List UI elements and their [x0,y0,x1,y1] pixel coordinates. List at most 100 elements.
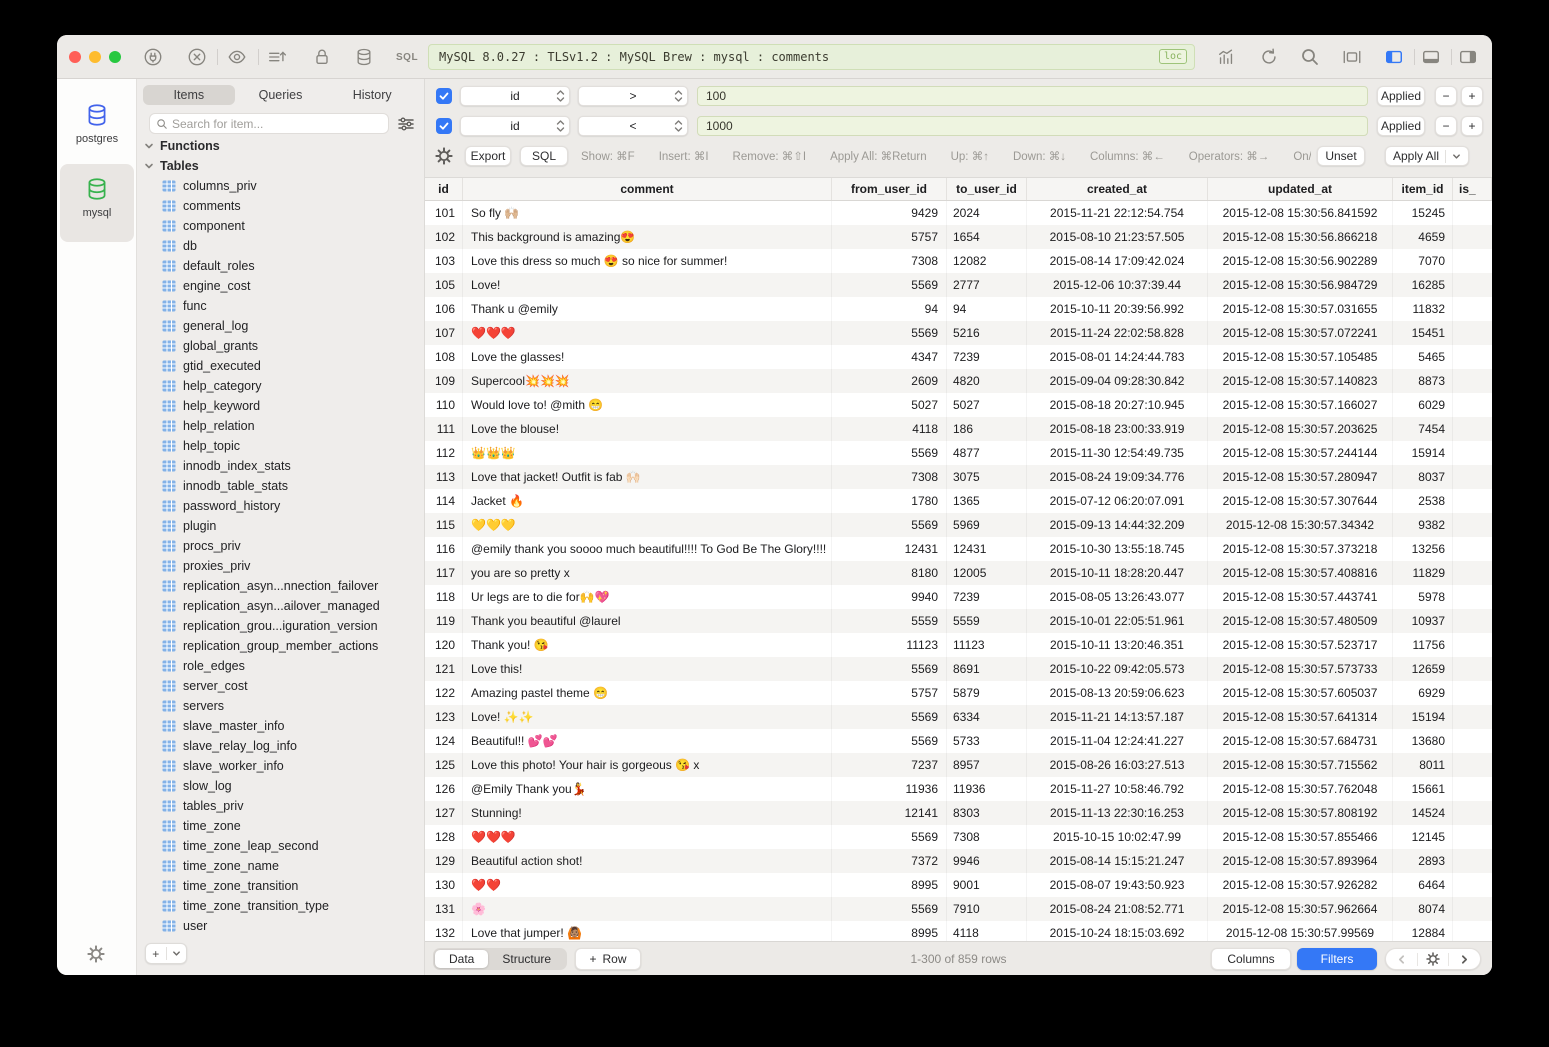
sidebar-table-item[interactable]: default_roles [137,256,424,276]
cell-is_[interactable] [1453,681,1492,705]
connection-postgres[interactable]: postgres [60,90,134,145]
cell-created_at[interactable]: 2015-08-18 23:00:33.919 [1027,417,1208,441]
sidebar-table-item[interactable]: time_zone_transition [137,876,424,896]
cell-from_user_id[interactable]: 7372 [832,849,947,873]
table-row[interactable]: 108Love the glasses!434772392015-08-01 1… [425,345,1492,369]
cell-to_user_id[interactable]: 6334 [947,705,1027,729]
cell-updated_at[interactable]: 2015-12-08 15:30:57.072241 [1208,321,1393,345]
cell-id[interactable]: 130 [425,873,463,897]
cell-to_user_id[interactable]: 5879 [947,681,1027,705]
cell-item_id[interactable]: 11756 [1393,633,1453,657]
sidebar-table-item[interactable]: help_topic [137,436,424,456]
sidebar-table-item[interactable]: role_edges [137,656,424,676]
sidebar-table-item[interactable]: help_keyword [137,396,424,416]
cell-updated_at[interactable]: 2015-12-08 15:30:57.573733 [1208,657,1393,681]
rail-settings-gear-icon[interactable] [87,945,105,963]
export-button[interactable]: Export [465,146,511,166]
cell-is_[interactable] [1453,777,1492,801]
sidebar-table-item[interactable]: innodb_index_stats [137,456,424,476]
cell-to_user_id[interactable]: 4877 [947,441,1027,465]
cell-updated_at[interactable]: 2015-12-08 15:30:57.140823 [1208,369,1393,393]
table-row[interactable]: 128❤️❤️❤️556973082015-10-15 10:02:47.992… [425,825,1492,849]
cell-updated_at[interactable]: 2015-12-08 15:30:57.523717 [1208,633,1393,657]
cell-created_at[interactable]: 2015-09-13 14:44:32.209 [1027,513,1208,537]
cell-id[interactable]: 109 [425,369,463,393]
cell-created_at[interactable]: 2015-11-21 14:13:57.187 [1027,705,1208,729]
sidebar-table-item[interactable]: general_log [137,316,424,336]
cell-created_at[interactable]: 2015-08-05 13:26:43.077 [1027,585,1208,609]
cell-from_user_id[interactable]: 9940 [832,585,947,609]
cell-is_[interactable] [1453,297,1492,321]
cell-from_user_id[interactable]: 5027 [832,393,947,417]
connect-icon[interactable] [143,47,163,67]
cell-updated_at[interactable]: 2015-12-08 15:30:57.684731 [1208,729,1393,753]
cell-updated_at[interactable]: 2015-12-08 15:30:57.031655 [1208,297,1393,321]
cell-is_[interactable] [1453,273,1492,297]
cell-comment[interactable]: Stunning! [463,801,832,825]
table-row[interactable]: 114Jacket 🔥178013652015-07-12 06:20:07.0… [425,489,1492,513]
cell-comment[interactable]: ❤️❤️❤️ [463,825,832,849]
cell-from_user_id[interactable]: 5569 [832,705,947,729]
group-functions[interactable]: Functions [137,136,424,156]
cell-id[interactable]: 126 [425,777,463,801]
cell-to_user_id[interactable]: 12005 [947,561,1027,585]
sidebar-table-item[interactable]: plugin [137,516,424,536]
cell-id[interactable]: 127 [425,801,463,825]
toggle-left-panel-icon[interactable] [1384,47,1404,67]
table-row[interactable]: 122Amazing pastel theme 😁575758792015-08… [425,681,1492,705]
cell-id[interactable]: 118 [425,585,463,609]
sidebar-table-item[interactable]: component [137,216,424,236]
cell-created_at[interactable]: 2015-07-12 06:20:07.091 [1027,489,1208,513]
cell-id[interactable]: 115 [425,513,463,537]
cell-item_id[interactable]: 16285 [1393,273,1453,297]
sidebar-table-item[interactable]: replication_asyn...ailover_managed [137,596,424,616]
cell-item_id[interactable]: 7454 [1393,417,1453,441]
filter-enabled-checkbox[interactable] [436,88,452,104]
sidebar-table-item[interactable]: help_category [137,376,424,396]
table-row[interactable]: 125Love this photo! Your hair is gorgeou… [425,753,1492,777]
cell-to_user_id[interactable]: 3075 [947,465,1027,489]
cell-id[interactable]: 110 [425,393,463,417]
cell-comment[interactable]: Supercool💥💥💥 [463,369,832,393]
cell-from_user_id[interactable]: 4118 [832,417,947,441]
remove-filter-button[interactable]: − [1435,116,1457,136]
group-tables[interactable]: Tables [137,156,424,176]
cell-updated_at[interactable]: 2015-12-08 15:30:57.762048 [1208,777,1393,801]
column-header-id[interactable]: id [425,178,463,200]
cell-id[interactable]: 122 [425,681,463,705]
cell-comment[interactable]: Ur legs are to die for🙌💖 [463,585,832,609]
table-row[interactable]: 113Love that jacket! Outfit is fab 🙌🏻730… [425,465,1492,489]
table-row[interactable]: 102This background is amazing😍5757165420… [425,225,1492,249]
cell-comment[interactable]: Love this! [463,657,832,681]
cell-is_[interactable] [1453,633,1492,657]
cell-comment[interactable]: This background is amazing😍 [463,225,832,249]
unset-button[interactable]: Unset [1317,146,1365,166]
cell-to_user_id[interactable]: 2024 [947,201,1027,225]
cell-from_user_id[interactable]: 7308 [832,249,947,273]
cell-to_user_id[interactable]: 9946 [947,849,1027,873]
sidebar-table-item[interactable]: columns_priv [137,176,424,196]
cell-item_id[interactable]: 6929 [1393,681,1453,705]
cell-id[interactable]: 124 [425,729,463,753]
next-page-button[interactable] [1449,949,1480,969]
cell-is_[interactable] [1453,729,1492,753]
filter-column-select[interactable]: id [460,86,570,106]
sidebar-table-item[interactable]: help_relation [137,416,424,436]
sidebar-table-item[interactable]: engine_cost [137,276,424,296]
cell-is_[interactable] [1453,585,1492,609]
tab-items[interactable]: Items [143,85,235,105]
cell-id[interactable]: 121 [425,657,463,681]
cell-updated_at[interactable]: 2015-12-08 15:30:57.962664 [1208,897,1393,921]
table-row[interactable]: 129Beautiful action shot!737299462015-08… [425,849,1492,873]
tab-history[interactable]: History [326,85,418,105]
cell-updated_at[interactable]: 2015-12-08 15:30:57.408816 [1208,561,1393,585]
minimize-window-button[interactable] [89,51,101,63]
cell-created_at[interactable]: 2015-08-01 14:24:44.783 [1027,345,1208,369]
cell-comment[interactable]: Love the blouse! [463,417,832,441]
cell-id[interactable]: 123 [425,705,463,729]
cell-comment[interactable]: Thank you beautiful @laurel [463,609,832,633]
cell-updated_at[interactable]: 2015-12-08 15:30:57.808192 [1208,801,1393,825]
add-filter-button[interactable]: + [1461,86,1483,106]
cell-is_[interactable] [1453,825,1492,849]
cell-to_user_id[interactable]: 186 [947,417,1027,441]
